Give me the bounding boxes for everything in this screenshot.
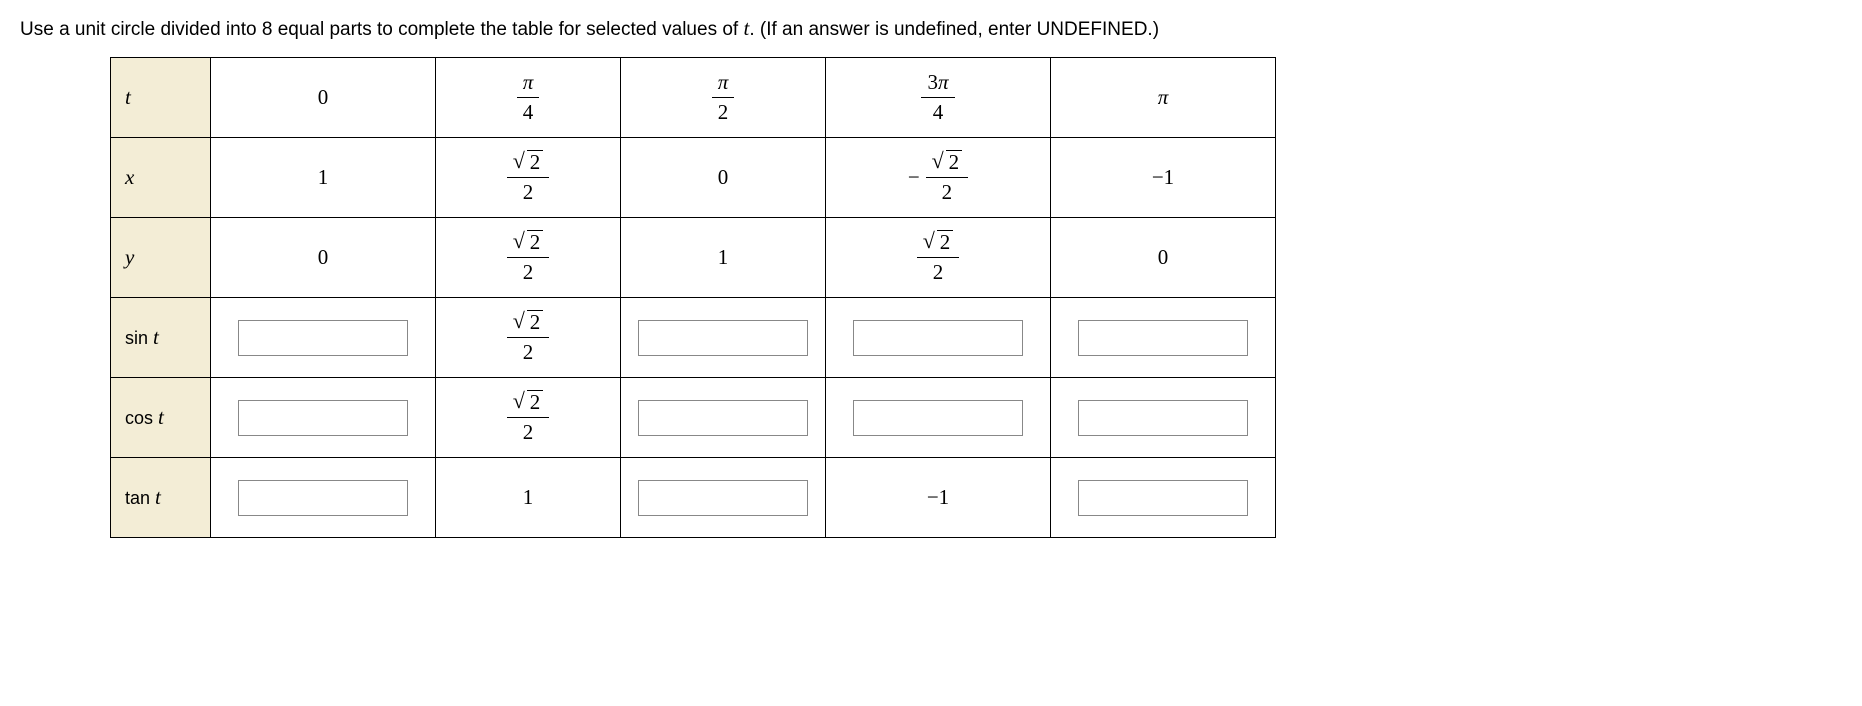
cell-t-0: 0 bbox=[211, 58, 436, 138]
minus-sign: − bbox=[908, 165, 920, 190]
cell-cos-0 bbox=[211, 378, 436, 458]
cell-sin-pi4: 2 2 bbox=[436, 298, 621, 378]
instruction-text: Use a unit circle divided into 8 equal p… bbox=[20, 16, 1842, 41]
cos-input-3pi4[interactable] bbox=[853, 400, 1023, 436]
cell-tan-pi bbox=[1051, 458, 1276, 538]
tan-input-0[interactable] bbox=[238, 480, 408, 516]
cell-y-0: 0 bbox=[211, 218, 436, 298]
cell-y-3pi4: 2 2 bbox=[826, 218, 1051, 298]
cos-input-pi2[interactable] bbox=[638, 400, 808, 436]
cell-sin-0 bbox=[211, 298, 436, 378]
cell-x-pi2: 0 bbox=[621, 138, 826, 218]
tan-input-pi[interactable] bbox=[1078, 480, 1248, 516]
cell-t-3pi4: 3π 4 bbox=[826, 58, 1051, 138]
table-row-t: t 0 π 4 π 2 3π 4 π bbox=[111, 58, 1276, 138]
sin-input-pi2[interactable] bbox=[638, 320, 808, 356]
cell-t-pi4: π 4 bbox=[436, 58, 621, 138]
cell-cos-pi4: 2 2 bbox=[436, 378, 621, 458]
rowhead-t: t bbox=[111, 58, 211, 138]
cos-input-0[interactable] bbox=[238, 400, 408, 436]
cell-tan-3pi4: −1 bbox=[826, 458, 1051, 538]
cell-x-3pi4: − 2 2 bbox=[826, 138, 1051, 218]
rowhead-tan: tan t bbox=[111, 458, 211, 538]
cell-tan-pi4: 1 bbox=[436, 458, 621, 538]
table-row-cos: cos t 2 2 bbox=[111, 378, 1276, 458]
cell-cos-3pi4 bbox=[826, 378, 1051, 458]
cell-y-pi4: 2 2 bbox=[436, 218, 621, 298]
trig-table: t 0 π 4 π 2 3π 4 π x 1 2 2 bbox=[110, 57, 1276, 538]
instruction-prefix: Use a unit circle divided into 8 equal p… bbox=[20, 19, 743, 40]
cell-sin-pi2 bbox=[621, 298, 826, 378]
rowhead-x: x bbox=[111, 138, 211, 218]
cell-cos-pi2 bbox=[621, 378, 826, 458]
cell-x-pi: −1 bbox=[1051, 138, 1276, 218]
cell-cos-pi bbox=[1051, 378, 1276, 458]
sin-input-0[interactable] bbox=[238, 320, 408, 356]
table-row-y: y 0 2 2 1 2 2 0 bbox=[111, 218, 1276, 298]
instruction-suffix: . (If an answer is undefined, enter UNDE… bbox=[749, 19, 1159, 40]
cell-y-pi: 0 bbox=[1051, 218, 1276, 298]
sin-input-pi[interactable] bbox=[1078, 320, 1248, 356]
cos-input-pi[interactable] bbox=[1078, 400, 1248, 436]
cell-y-pi2: 1 bbox=[621, 218, 826, 298]
rowhead-y: y bbox=[111, 218, 211, 298]
cell-tan-pi2 bbox=[621, 458, 826, 538]
table-row-tan: tan t 1 −1 bbox=[111, 458, 1276, 538]
table-row-sin: sin t 2 2 bbox=[111, 298, 1276, 378]
cell-t-pi2: π 2 bbox=[621, 58, 826, 138]
cell-t-pi: π bbox=[1051, 58, 1276, 138]
cell-x-pi4: 2 2 bbox=[436, 138, 621, 218]
table-row-x: x 1 2 2 0 − 2 2 −1 bbox=[111, 138, 1276, 218]
cell-sin-3pi4 bbox=[826, 298, 1051, 378]
tan-input-pi2[interactable] bbox=[638, 480, 808, 516]
sin-input-3pi4[interactable] bbox=[853, 320, 1023, 356]
cell-tan-0 bbox=[211, 458, 436, 538]
rowhead-sin: sin t bbox=[111, 298, 211, 378]
rowhead-cos: cos t bbox=[111, 378, 211, 458]
cell-x-0: 1 bbox=[211, 138, 436, 218]
cell-sin-pi bbox=[1051, 298, 1276, 378]
